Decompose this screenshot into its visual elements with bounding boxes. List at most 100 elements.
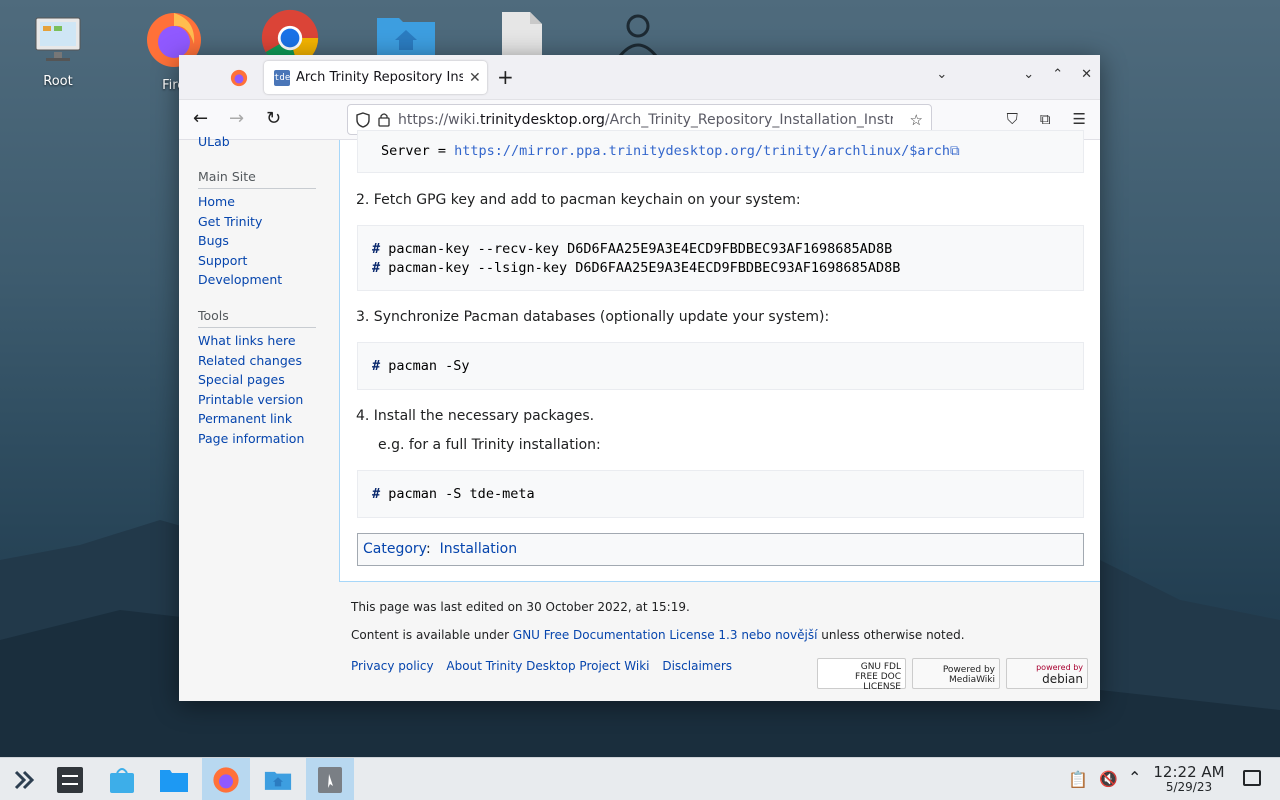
system-tray-expand-icon[interactable]: ⌃ xyxy=(1128,768,1141,787)
lock-icon[interactable] xyxy=(378,112,390,127)
sidebar-link-ulab[interactable]: ULab xyxy=(198,132,230,152)
article-content: Server = https://mirror.ppa.trinitydeskt… xyxy=(339,130,1100,582)
application-launcher[interactable] xyxy=(0,758,48,800)
sidebar-tools-links: What links here Related changes Special … xyxy=(179,331,304,448)
sidebar-link-printable-version[interactable]: Printable version xyxy=(198,390,304,410)
back-icon[interactable]: ← xyxy=(193,108,208,129)
sidebar-link-development[interactable]: Development xyxy=(198,270,282,290)
list-all-tabs-icon[interactable]: ⌄ xyxy=(936,67,947,82)
gfdl-line: LICENSE xyxy=(863,682,901,692)
browser-window: tde Arch Trinity Repository Installation… xyxy=(179,55,1100,701)
desktop-icon-user[interactable] xyxy=(598,12,678,60)
folder-icon xyxy=(160,769,188,792)
code-block-server: Server = https://mirror.ppa.trinitydeskt… xyxy=(357,130,1084,173)
taskbar-firefox[interactable] xyxy=(202,758,250,800)
code-line: pacman -S tde-meta xyxy=(388,486,535,502)
user-icon xyxy=(618,14,658,57)
firefox-icon xyxy=(230,69,248,87)
license-link[interactable]: GNU Free Documentation License 1.3 nebo … xyxy=(513,628,818,642)
last-edited-text: This page was last edited on 30 October … xyxy=(351,600,690,614)
license-text: Content is available under GNU Free Docu… xyxy=(351,628,965,642)
server-key: Server = xyxy=(381,143,455,159)
sidebar-heading-tools: Tools xyxy=(198,308,316,328)
url-text: https://wiki.trinitydesktop.org/Arch_Tri… xyxy=(398,112,893,128)
desktop-icon-label: Root xyxy=(43,74,73,89)
sidebar-link-home[interactable]: Home xyxy=(198,192,282,212)
menu-icon[interactable]: ☰ xyxy=(1073,110,1086,128)
gfdl-line: GNU FDL xyxy=(860,662,901,672)
sidebar-link-bugs[interactable]: Bugs xyxy=(198,231,282,251)
reload-icon[interactable]: ↻ xyxy=(266,108,281,129)
clipboard-icon[interactable]: 📋 xyxy=(1068,770,1088,789)
tab-favicon: tde xyxy=(274,69,290,86)
gfdl-badge[interactable]: GNU FDL FREE DOC LICENSE xyxy=(817,658,906,692)
taskbar-file-manager[interactable] xyxy=(150,758,198,800)
sidebar-link-what-links-here[interactable]: What links here xyxy=(198,331,304,351)
debian-line: debian xyxy=(1042,672,1083,686)
sidebar-link-support[interactable]: Support xyxy=(198,251,282,271)
debian-badge[interactable]: powered by debian xyxy=(1006,658,1088,689)
license-prefix: Content is available under xyxy=(351,628,513,642)
home-folder-icon xyxy=(377,18,435,58)
pocket-icon[interactable]: ⛉ xyxy=(1007,110,1018,128)
category-box: Category: Installation xyxy=(357,533,1084,566)
volume-muted-icon[interactable]: 🔇 xyxy=(1099,770,1118,788)
show-desktop-button[interactable] xyxy=(1243,770,1261,786)
clock-time: 12:22 AM xyxy=(1153,763,1225,781)
step-2-text: 2. Fetch GPG key and add to pacman keych… xyxy=(356,192,801,208)
tab-bar: tde Arch Trinity Repository Installation… xyxy=(179,55,1100,100)
prompt-symbol: # xyxy=(372,358,381,374)
desktop-icon-root[interactable]: Root xyxy=(18,14,98,89)
firefox-view-button[interactable] xyxy=(219,63,259,93)
server-url-link[interactable]: https://mirror.ppa.trinitydesktop.org/tr… xyxy=(454,143,950,159)
step-4-subtext: e.g. for a full Trinity installation: xyxy=(378,437,601,453)
minimize-icon[interactable]: ⌄ xyxy=(1023,67,1034,82)
step-4-text: 4. Install the necessary packages. xyxy=(356,408,595,424)
close-window-icon[interactable]: ✕ xyxy=(1081,67,1092,82)
sidebar-link-get-trinity[interactable]: Get Trinity xyxy=(198,212,282,232)
code-line: pacman-key --lsign-key D6D6FAA25E9A3E4EC… xyxy=(388,260,901,276)
wiki-page: ULab Main Site Home Get Trinity Bugs Sup… xyxy=(179,130,1100,701)
store-icon xyxy=(110,767,134,793)
extensions-icon[interactable]: ⧉ xyxy=(1040,110,1051,128)
launcher-icon xyxy=(14,770,35,789)
forward-icon[interactable]: → xyxy=(229,108,244,129)
url-domain: trinitydesktop.org xyxy=(479,111,605,128)
mediawiki-line: Powered by xyxy=(942,665,995,675)
shield-icon[interactable] xyxy=(356,111,370,128)
taskbar-window[interactable] xyxy=(306,758,354,800)
sidebar-link-permanent-link[interactable]: Permanent link xyxy=(198,409,304,429)
code-block-gpg: # pacman-key --recv-key D6D6FAA25E9A3E4E… xyxy=(357,225,1084,291)
tab-active[interactable]: tde Arch Trinity Repository Installation… xyxy=(264,61,487,94)
category-installation-link[interactable]: Installation xyxy=(440,541,518,557)
window-icon xyxy=(318,766,342,793)
url-path: /Arch_Trinity_Repository_Installation_In… xyxy=(604,111,893,128)
taskbar-discover[interactable] xyxy=(98,758,146,800)
clock-date: 5/29/23 xyxy=(1165,780,1213,794)
sidebar-link-page-information[interactable]: Page information xyxy=(198,429,304,449)
sidebar-link-special-pages[interactable]: Special pages xyxy=(198,370,304,390)
sidebar-main-site-links: Home Get Trinity Bugs Support Developmen… xyxy=(179,192,282,290)
mediawiki-badge[interactable]: Powered by MediaWiki xyxy=(912,658,1000,689)
category-label-link[interactable]: Category xyxy=(363,541,426,557)
taskbar-home-folder[interactable] xyxy=(254,758,302,800)
digital-clock[interactable]: 12:22 AM 5/29/23 xyxy=(1150,763,1228,793)
mediawiki-line: MediaWiki xyxy=(949,675,995,685)
prompt-symbol: # xyxy=(372,486,381,502)
about-link[interactable]: About Trinity Desktop Project Wiki xyxy=(446,659,649,673)
url-prefix: https://wiki. xyxy=(398,111,480,128)
code-block-install: # pacman -S tde-meta xyxy=(357,470,1084,518)
step-3-text: 3. Synchronize Pacman databases (optiona… xyxy=(356,309,830,325)
code-line: pacman -Sy xyxy=(388,358,470,374)
disclaimers-link[interactable]: Disclaimers xyxy=(662,659,732,673)
close-tab-icon[interactable]: ✕ xyxy=(469,70,481,86)
privacy-policy-link[interactable]: Privacy policy xyxy=(351,659,434,673)
sidebar-link-related-changes[interactable]: Related changes xyxy=(198,351,304,371)
external-link-icon: ⧉ xyxy=(949,143,960,159)
maximize-icon[interactable]: ⌃ xyxy=(1052,67,1063,82)
taskbar-system-settings[interactable] xyxy=(46,758,94,800)
bookmark-star-icon[interactable]: ☆ xyxy=(910,111,923,129)
taskbar: 📋 🔇 ⌃ 12:22 AM 5/29/23 xyxy=(0,757,1280,800)
new-tab-button[interactable]: + xyxy=(497,65,514,89)
gfdl-line: FREE DOC xyxy=(855,672,901,682)
